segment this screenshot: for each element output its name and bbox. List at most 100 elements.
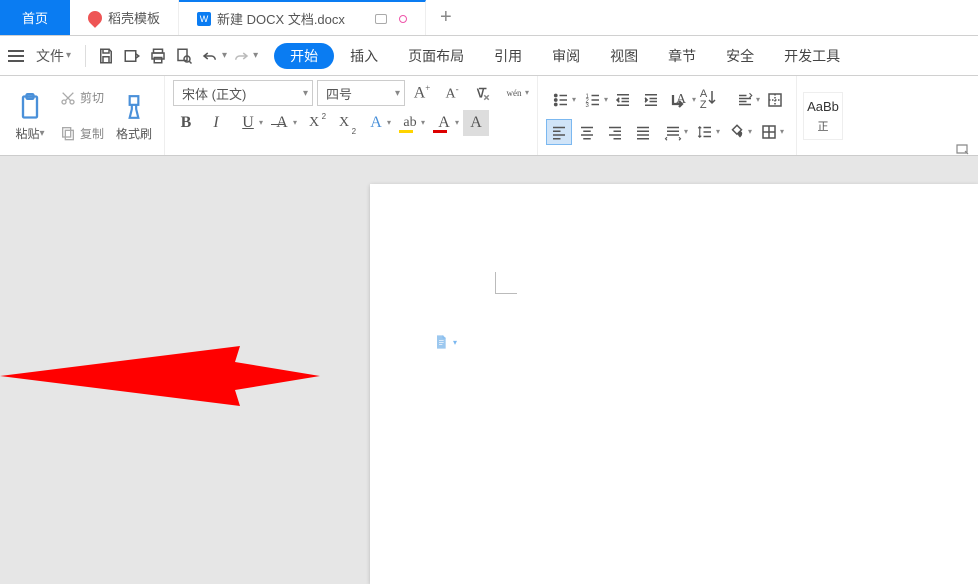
undo-dropdown[interactable]: ▾ <box>222 50 227 61</box>
tab-home-label: 首页 <box>22 8 48 27</box>
group-clipboard: 粘贴▾ 剪切 复制 格式刷 <box>0 76 165 155</box>
menu-tab-insert[interactable]: 插入 <box>336 36 392 75</box>
table-border-button[interactable]: ▾ <box>754 119 784 145</box>
print-preview-button[interactable] <box>172 44 196 68</box>
style-normal[interactable]: AaBb 正 <box>803 92 843 140</box>
paste-icon <box>16 89 44 125</box>
svg-text:3: 3 <box>586 102 590 108</box>
chevron-down-icon: ▾ <box>293 118 297 127</box>
file-menu-label: 文件 <box>36 46 64 66</box>
superscript-button[interactable]: X2 <box>301 110 327 136</box>
align-justify-button[interactable] <box>630 119 656 145</box>
group-styles: AaBb 正 <box>797 76 849 155</box>
document-page[interactable] <box>370 184 978 584</box>
copy-button[interactable]: 复制 <box>56 123 108 144</box>
menu-tab-dev[interactable]: 开发工具 <box>770 36 854 75</box>
print-button[interactable] <box>146 44 170 68</box>
text-direction-button[interactable]: A▾ <box>666 87 696 113</box>
format-painter-button[interactable]: 格式刷 <box>112 89 156 142</box>
shading-button[interactable]: ▾ <box>722 119 752 145</box>
cut-button[interactable]: 剪切 <box>56 87 108 108</box>
paste-button[interactable]: 粘贴▾ <box>8 89 52 142</box>
circle-icon[interactable] <box>399 15 407 23</box>
font-name-combo[interactable]: 宋体 (正文)▾ <box>173 80 313 106</box>
chevron-down-icon: ▾ <box>525 88 529 97</box>
group-font: 宋体 (正文)▾ 四号▾ A+ A- wén▾ B I U▾ A▾ X2 X2 … <box>165 76 538 155</box>
chevron-down-icon: ▾ <box>66 50 71 61</box>
separator <box>85 45 86 67</box>
italic-button[interactable]: I <box>203 110 229 136</box>
document-icon <box>433 334 449 350</box>
decrease-indent-button[interactable] <box>610 87 636 113</box>
align-center-button[interactable] <box>574 119 600 145</box>
distribute-button[interactable]: ▾ <box>658 119 688 145</box>
menu-tab-layout[interactable]: 页面布局 <box>394 36 478 75</box>
menu-bar: 文件 ▾ ▾ ▾ 开始 插入 页面布局 引用 审阅 视图 章节 安全 开发工具 <box>0 36 978 76</box>
fire-icon <box>85 8 105 28</box>
menu-tab-review[interactable]: 审阅 <box>538 36 594 75</box>
chevron-down-icon: ▾ <box>259 118 263 127</box>
brush-icon <box>121 89 147 125</box>
tab-document[interactable]: W 新建 DOCX 文档.docx <box>179 0 426 35</box>
char-shading-button[interactable]: A <box>463 110 489 136</box>
chevron-down-icon: ▾ <box>756 95 760 104</box>
new-tab-button[interactable]: + <box>426 0 466 35</box>
menu-tab-start[interactable]: 开始 <box>274 43 334 69</box>
chevron-down-icon: ▾ <box>455 118 459 127</box>
chevron-down-icon: ▾ <box>387 118 391 127</box>
tab-document-label: 新建 DOCX 文档.docx <box>217 9 345 28</box>
chevron-down-icon: ▾ <box>684 127 688 136</box>
decrease-font-button[interactable]: A- <box>439 80 465 106</box>
copy-icon <box>60 125 76 141</box>
chevron-down-icon: ▾ <box>297 88 308 99</box>
chevron-down-icon: ▾ <box>780 127 784 136</box>
menu-tab-chapter[interactable]: 章节 <box>654 36 710 75</box>
redo-button[interactable] <box>229 44 253 68</box>
redo-dropdown[interactable]: ▾ <box>253 50 258 61</box>
menu-tab-view[interactable]: 视图 <box>596 36 652 75</box>
sort-button[interactable]: AZ <box>698 87 728 113</box>
highlight-button[interactable]: ab▾ <box>395 110 425 136</box>
subscript-button[interactable]: X2 <box>331 110 357 136</box>
strikethrough-button[interactable]: A▾ <box>267 110 297 136</box>
increase-indent-button[interactable] <box>638 87 664 113</box>
font-size-combo[interactable]: 四号▾ <box>317 80 405 106</box>
tab-template[interactable]: 稻壳模板 <box>70 0 179 35</box>
number-list-button[interactable]: 123▾ <box>578 87 608 113</box>
phonetic-guide-button[interactable]: wén▾ <box>499 80 529 106</box>
tab-home[interactable]: 首页 <box>0 0 70 35</box>
menu-tab-ref[interactable]: 引用 <box>480 36 536 75</box>
border-button[interactable] <box>762 87 788 113</box>
underline-button[interactable]: U▾ <box>233 110 263 136</box>
line-spacing-button[interactable]: ▾ <box>690 119 720 145</box>
chevron-down-icon: ▾ <box>39 128 44 139</box>
align-right-button[interactable] <box>602 119 628 145</box>
chevron-down-icon: ▾ <box>389 88 400 99</box>
text-effect-button[interactable]: A▾ <box>361 110 391 136</box>
chevron-down-icon: ▾ <box>716 127 720 136</box>
char-spacing-button[interactable]: ▾ <box>730 87 760 113</box>
bullet-list-button[interactable]: ▾ <box>546 87 576 113</box>
tab-bar: 首页 稻壳模板 W 新建 DOCX 文档.docx + <box>0 0 978 36</box>
group-paragraph: ▾ 123▾ A▾ AZ ▾ ▾ ▾ ▾ ▾ <box>538 76 797 155</box>
paste-options-button[interactable]: ▾ <box>433 334 457 350</box>
bold-button[interactable]: B <box>173 110 199 136</box>
annotation-arrow <box>0 336 370 436</box>
menu-icon[interactable] <box>8 50 24 62</box>
clear-format-button[interactable] <box>469 80 495 106</box>
chevron-down-icon: ▾ <box>453 338 457 347</box>
ribbon-expand-icon[interactable] <box>956 144 970 156</box>
doc-icon: W <box>197 12 211 26</box>
undo-button[interactable] <box>198 44 222 68</box>
save-button[interactable] <box>94 44 118 68</box>
export-button[interactable] <box>120 44 144 68</box>
increase-font-button[interactable]: A+ <box>409 80 435 106</box>
file-menu[interactable]: 文件 ▾ <box>30 46 77 66</box>
cut-icon <box>60 90 76 106</box>
align-left-button[interactable] <box>546 119 572 145</box>
font-color-button[interactable]: A▾ <box>429 110 459 136</box>
monitor-icon[interactable] <box>375 14 387 24</box>
menu-tab-security[interactable]: 安全 <box>712 36 768 75</box>
chevron-down-icon: ▾ <box>748 127 752 136</box>
cursor-mark <box>495 266 523 294</box>
